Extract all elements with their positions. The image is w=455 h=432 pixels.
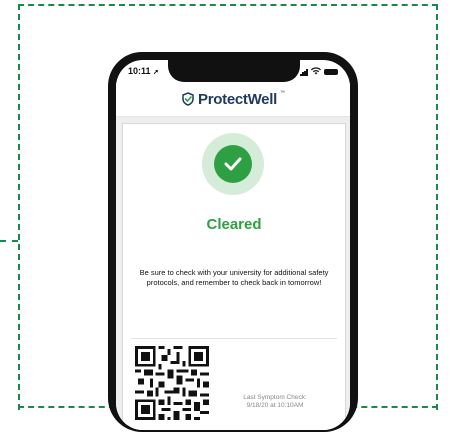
location-arrow-icon: ➚ (153, 69, 159, 76)
status-time-text: 10:11 (128, 66, 151, 76)
status-icon-halo (202, 133, 264, 195)
phone-screen: 10:11 ➚ ProtectWell ™ Cleared Be sure to… (116, 60, 350, 430)
last-check-label: Last Symptom Check: (243, 394, 307, 401)
status-time: 10:11 ➚ (128, 66, 159, 76)
app-header: ProtectWell ™ (116, 82, 350, 117)
status-message: Be sure to check with your university fo… (139, 268, 329, 287)
dashed-frame-right (436, 4, 438, 410)
phone-mockup: 10:11 ➚ ProtectWell ™ Cleared Be sure to… (108, 52, 358, 432)
last-check-value: 9/18/20 at 10:10AM (246, 402, 304, 409)
status-card: Cleared Be sure to check with your unive… (122, 123, 346, 430)
qr-code (135, 346, 209, 420)
shield-check-icon (182, 92, 194, 106)
phone-notch (168, 60, 300, 82)
main-content: Cleared Be sure to check with your unive… (116, 117, 350, 430)
check-circle-icon (214, 145, 252, 183)
dashed-frame-left (18, 4, 20, 410)
last-symptom-check: Last Symptom Check: 9/18/20 at 10:10AM (215, 394, 335, 410)
status-title: Cleared (206, 216, 262, 233)
brand-name: ProtectWell (198, 90, 277, 108)
signal-icon (300, 68, 308, 76)
wifi-icon (311, 67, 321, 77)
battery-icon (324, 69, 338, 75)
dashed-connector (0, 240, 18, 242)
status-icons (300, 67, 338, 77)
dashed-frame-top (18, 4, 438, 6)
divider (131, 338, 337, 339)
trademark-symbol: ™ (279, 90, 285, 96)
